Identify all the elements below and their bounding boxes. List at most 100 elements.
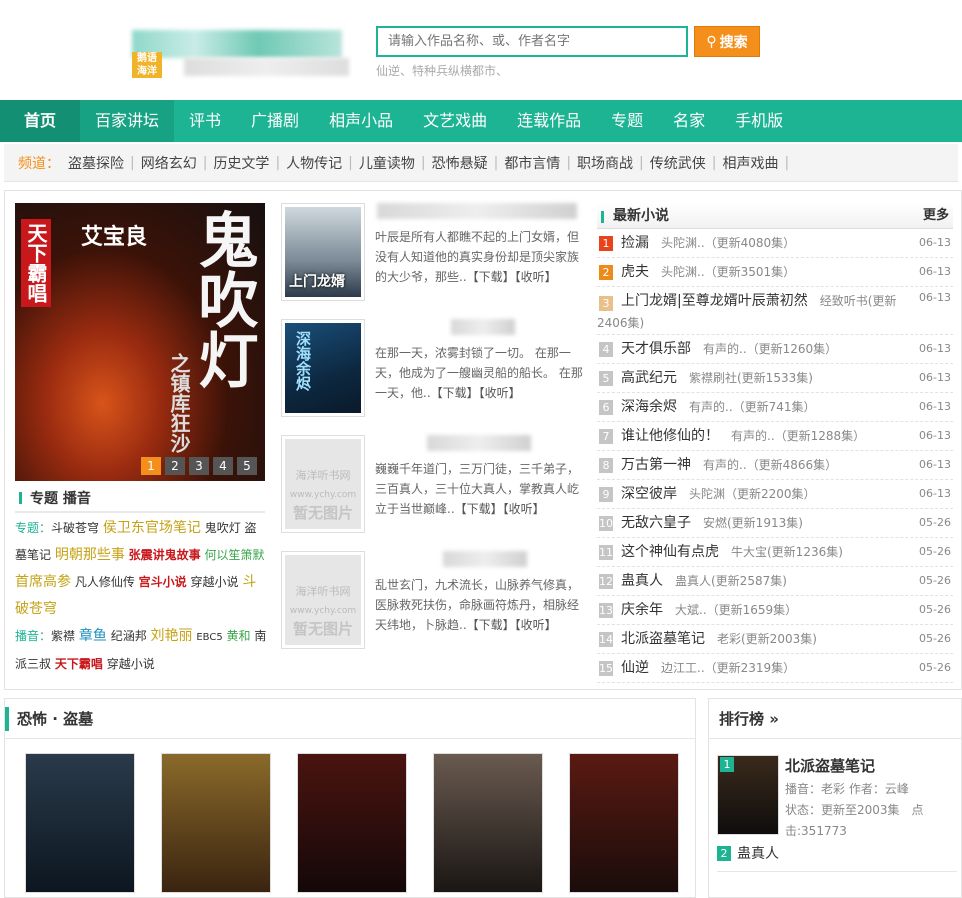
nav-mobile[interactable]: 手机版 <box>720 100 798 142</box>
announcer-link[interactable]: 纪涵邦 <box>111 629 147 643</box>
latest-row[interactable]: 2 虎夫 头陀渊..（更新3501集） 06-13 <box>597 258 953 287</box>
latest-row[interactable]: 14 北派盗墓笔记 老彩(更新2003集) 05-26 <box>597 625 953 654</box>
channel-item[interactable]: 历史文学 <box>209 153 273 173</box>
download-link[interactable]: 【下载】 <box>467 270 515 284</box>
novel-title[interactable]: 天才俱乐部 <box>621 341 691 357</box>
search-input[interactable] <box>376 26 688 57</box>
novel-title[interactable]: 高武纪元 <box>621 370 677 386</box>
novel-title[interactable]: 无敌六皇子 <box>621 515 691 531</box>
download-link[interactable]: 【下载】 <box>467 618 515 632</box>
latest-row[interactable]: 13 庆余年 大斌..（更新1659集） 05-26 <box>597 596 953 625</box>
latest-row[interactable]: 12 蛊真人 蛊真人(更新2587集) 05-26 <box>597 567 953 596</box>
nav-home[interactable]: 首页 <box>0 100 81 142</box>
novel-title[interactable]: 蛊真人 <box>621 573 663 589</box>
latest-row[interactable]: 9 深空彼岸 头陀渊（更新2200集） 06-13 <box>597 480 953 509</box>
channel-item[interactable]: 都市言情 <box>500 153 564 173</box>
novel-title[interactable]: 深海余烬 <box>621 399 677 415</box>
nav-lecture[interactable]: 百家讲坛 <box>80 100 175 142</box>
download-link[interactable]: 【下载】 <box>455 502 503 516</box>
latest-row[interactable]: 15 仙逆 边江工..（更新2319集） 05-26 <box>597 654 953 683</box>
topic-link[interactable]: 凡人修仙传 <box>75 575 135 589</box>
channel-item[interactable]: 职场商战 <box>573 153 637 173</box>
latest-row[interactable]: 10 无敌六皇子 安燃(更新1913集) 05-26 <box>597 509 953 538</box>
latest-row[interactable]: 7 谁让他修仙的！ 有声的..（更新1288集） 06-13 <box>597 422 953 451</box>
announcer-link[interactable]: EBC5 <box>196 632 222 643</box>
rank-title[interactable]: 北派盗墓笔记 <box>785 755 875 776</box>
novel-meta: 有声的..（更新4866集） <box>703 458 838 472</box>
listen-link[interactable]: 【收听】 <box>503 502 545 516</box>
nav-topics[interactable]: 专题 <box>596 100 658 142</box>
novel-title[interactable]: 虎夫 <box>621 264 649 280</box>
topic-link[interactable]: 张震讲鬼故事 <box>129 548 201 562</box>
topic-link[interactable]: 宫斗小说 <box>139 575 187 589</box>
channel-item[interactable]: 网络玄幻 <box>137 153 201 173</box>
novel-title[interactable]: 北派盗墓笔记 <box>621 631 705 647</box>
novel-title[interactable]: 捡漏 <box>621 235 649 251</box>
topic-link[interactable]: 斗破苍穹 <box>51 521 99 535</box>
channel-item[interactable]: 人物传记 <box>282 153 346 173</box>
channel-item[interactable]: 盗墓探险 <box>64 153 128 173</box>
channel-item[interactable]: 儿童读物 <box>355 153 419 173</box>
listen-link[interactable]: 【收听】 <box>515 618 557 632</box>
hot-keywords[interactable]: 仙逆、特种兵纵横都市、 <box>376 62 508 79</box>
horror-cover[interactable] <box>297 753 407 893</box>
announcer-link[interactable]: 章鱼 <box>79 628 107 644</box>
banner-page-1[interactable]: 1 <box>141 457 161 475</box>
listen-link[interactable]: 【收听】 <box>479 386 521 400</box>
latest-row[interactable]: 5 高武纪元 紫襟刷社(更新1533集) 06-13 <box>597 364 953 393</box>
book-cover[interactable]: 上门龙婿 <box>281 203 365 301</box>
latest-row[interactable]: 3 上门龙婿|至尊龙婿叶辰萧初然 经致听书(更新2406集) 06-13 <box>597 287 953 335</box>
channel-item[interactable]: 传统武侠 <box>646 153 710 173</box>
announcer-link[interactable]: 紫襟 <box>51 629 75 643</box>
nav-pingshu[interactable]: 评书 <box>174 100 236 142</box>
book-cover[interactable]: 深海余烬 <box>281 319 365 417</box>
topic-link[interactable]: 鬼吹灯 <box>205 521 241 535</box>
topic-link[interactable]: 穿越小说 <box>191 575 239 589</box>
listen-link[interactable]: 【收听】 <box>515 270 557 284</box>
nav-crosstalk[interactable]: 相声小品 <box>314 100 408 142</box>
latest-row[interactable]: 6 深海余烬 有声的..（更新741集） 06-13 <box>597 393 953 422</box>
latest-row[interactable]: 1 捡漏 头陀渊..（更新4080集） 06-13 <box>597 229 953 258</box>
novel-title[interactable]: 仙逆 <box>621 660 649 676</box>
horror-cover[interactable] <box>569 753 679 893</box>
topic-link[interactable]: 首席高参 <box>15 574 71 590</box>
ranking-title[interactable]: 排行榜 » <box>709 699 961 739</box>
novel-title[interactable]: 上门龙婿|至尊龙婿叶辰萧初然 <box>621 293 808 309</box>
banner-slideshow[interactable]: 天下霸唱 艾宝良 鬼吹灯 之镇库狂沙 1 2 3 4 5 <box>15 203 265 481</box>
more-link[interactable]: 更多 <box>923 203 949 229</box>
banner-page-5[interactable]: 5 <box>237 457 257 475</box>
topic-link[interactable]: 何以笙箫默 <box>205 548 265 562</box>
channel-item[interactable]: 恐怖悬疑 <box>428 153 492 173</box>
horror-cover[interactable] <box>25 753 135 893</box>
book-cover[interactable]: 海洋听书网 www.ychy.com 暂无图片 <box>281 435 365 533</box>
announcer-link[interactable]: 天下霸唱 <box>55 657 103 671</box>
latest-row[interactable]: 8 万古第一神 有声的..（更新4866集） 06-13 <box>597 451 953 480</box>
nav-masters[interactable]: 名家 <box>658 100 720 142</box>
site-logo[interactable]: 鹅语 海洋 <box>132 24 350 80</box>
topic-link[interactable]: 侯卫东官场笔记 <box>103 520 201 536</box>
banner-page-3[interactable]: 3 <box>189 457 209 475</box>
announcer-link[interactable]: 穿越小说 <box>107 657 155 671</box>
rank-item[interactable]: 2 蛊真人 <box>717 843 779 863</box>
novel-title[interactable]: 万古第一神 <box>621 457 691 473</box>
horror-cover[interactable] <box>433 753 543 893</box>
announcer-link[interactable]: 刘艳丽 <box>151 628 193 644</box>
download-link[interactable]: 【下载】 <box>431 386 479 400</box>
topic-link[interactable]: 明朝那些事 <box>55 547 125 563</box>
latest-row[interactable]: 4 天才俱乐部 有声的..（更新1260集） 06-13 <box>597 335 953 364</box>
nav-radio-drama[interactable]: 广播剧 <box>236 100 314 142</box>
banner-page-4[interactable]: 4 <box>213 457 233 475</box>
banner-page-2[interactable]: 2 <box>165 457 185 475</box>
nav-serial[interactable]: 连载作品 <box>502 100 596 142</box>
latest-row[interactable]: 11 这个神仙有点虎 牛大宝(更新1236集) 05-26 <box>597 538 953 567</box>
nav-opera[interactable]: 文艺戏曲 <box>408 100 502 142</box>
novel-title[interactable]: 深空彼岸 <box>621 486 677 502</box>
horror-cover[interactable] <box>161 753 271 893</box>
novel-title[interactable]: 这个神仙有点虎 <box>621 544 719 560</box>
channel-item[interactable]: 相声戏曲 <box>718 153 782 173</box>
search-button[interactable]: ⚲ 搜索 <box>694 26 760 57</box>
book-cover[interactable]: 海洋听书网 www.ychy.com 暂无图片 <box>281 551 365 649</box>
announcer-link[interactable]: 黄和 <box>227 629 251 643</box>
novel-title[interactable]: 庆余年 <box>621 602 663 618</box>
novel-title[interactable]: 谁让他修仙的！ <box>621 428 719 444</box>
